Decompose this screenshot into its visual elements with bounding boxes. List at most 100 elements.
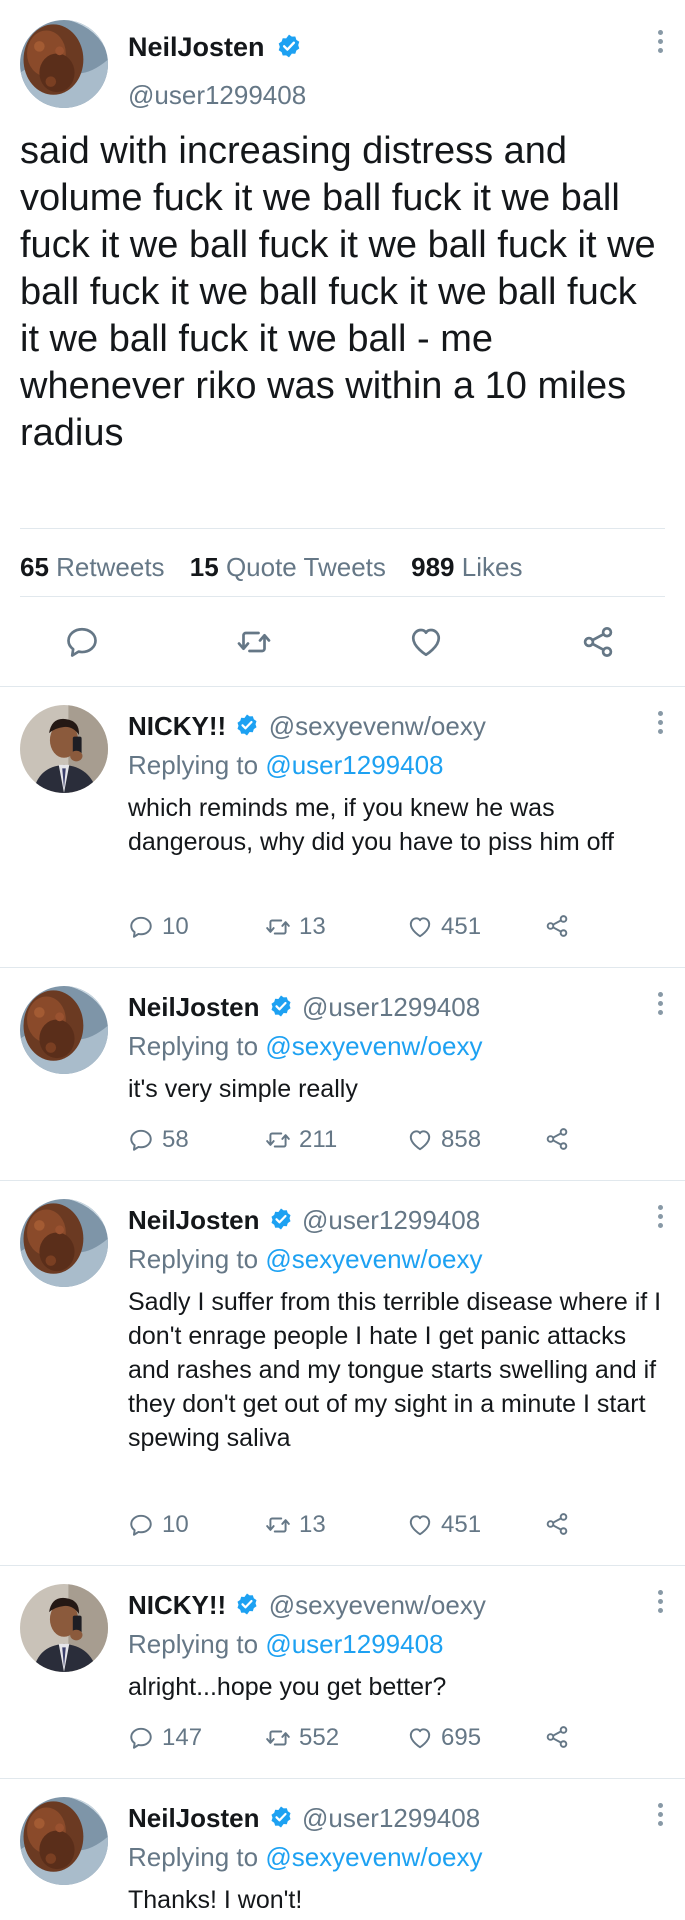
reply-count: 147 <box>162 1724 203 1751</box>
reply-text: Sadly I suffer from this terrible diseas… <box>128 1288 662 1452</box>
verified-badge-icon <box>235 1592 259 1616</box>
retweets-count: 65 <box>20 552 49 582</box>
verified-badge-icon <box>269 1805 293 1829</box>
reply-tweet[interactable]: NICKY!! @sexyevenw/oexy Replying to @use… <box>0 687 685 967</box>
like-icon <box>407 1127 433 1153</box>
share-button[interactable] <box>544 1126 570 1152</box>
retweets-stat[interactable]: 65 Retweets <box>20 552 165 582</box>
retweet-count: 13 <box>299 1511 326 1538</box>
retweet-button[interactable]: 13 <box>265 913 326 941</box>
like-button[interactable]: 858 <box>407 1126 481 1154</box>
replying-to-link[interactable]: @sexyevenw/oexy <box>265 1031 482 1061</box>
like-icon[interactable] <box>408 624 444 660</box>
display-name[interactable]: NICKY!! <box>128 711 226 741</box>
divider <box>20 528 665 529</box>
verified-badge-icon <box>276 33 302 59</box>
avatar[interactable] <box>20 986 108 1074</box>
avatar[interactable] <box>20 705 108 793</box>
more-options-icon[interactable] <box>656 992 664 1019</box>
replying-label: Replying to <box>128 1031 259 1061</box>
reply-text: it's very simple really <box>128 1075 358 1103</box>
more-options-icon[interactable] <box>656 711 664 738</box>
share-button[interactable] <box>544 913 570 939</box>
reply-icon <box>128 914 154 940</box>
like-icon <box>407 1725 433 1751</box>
like-button[interactable]: 451 <box>407 1511 481 1539</box>
replying-to: Replying to @user1299408 <box>128 750 444 781</box>
quotes-count: 15 <box>189 552 219 582</box>
replying-to-link[interactable]: @sexyevenw/oexy <box>265 1244 482 1274</box>
reply-header: NICKY!! @sexyevenw/oexy <box>128 711 486 742</box>
more-options-icon[interactable] <box>656 1590 664 1617</box>
reply-text: Thanks! I won't! <box>128 1886 303 1914</box>
like-count: 451 <box>441 913 482 940</box>
retweet-icon <box>265 1512 291 1538</box>
share-icon <box>544 1724 570 1750</box>
avatar[interactable] <box>20 20 108 108</box>
user-handle[interactable]: @sexyevenw/oexy <box>269 1590 486 1620</box>
user-handle[interactable]: @user1299408 <box>302 1803 480 1833</box>
display-name[interactable]: NeilJosten <box>128 1803 260 1833</box>
avatar-image <box>20 20 108 108</box>
reply-tweet[interactable]: NeilJosten @user1299408 Replying to @sex… <box>0 1181 685 1565</box>
reply-tweet[interactable]: NeilJosten @user1299408 Replying to @sex… <box>0 1779 685 1920</box>
quotes-stat[interactable]: 15 Quote Tweets <box>190 552 386 582</box>
reply-icon[interactable] <box>64 624 100 660</box>
avatar[interactable] <box>20 1584 108 1672</box>
share-icon <box>544 1511 570 1537</box>
retweets-label: Retweets <box>56 552 165 582</box>
retweet-icon[interactable] <box>236 624 272 660</box>
likes-count: 989 <box>411 552 455 582</box>
reply-header: NeilJosten @user1299408 <box>128 1205 480 1236</box>
share-button[interactable] <box>544 1511 570 1537</box>
display-name-text: NeilJosten <box>128 32 265 62</box>
more-options-icon[interactable] <box>656 1803 664 1830</box>
retweet-icon <box>265 914 291 940</box>
replying-to-link[interactable]: @user1299408 <box>265 750 443 780</box>
reply-button[interactable]: 10 <box>128 1511 189 1539</box>
user-handle[interactable]: @user1299408 <box>302 1205 480 1235</box>
display-name[interactable]: NeilJosten <box>128 32 302 63</box>
user-handle[interactable]: @user1299408 <box>302 992 480 1022</box>
share-icon <box>544 913 570 939</box>
display-name[interactable]: NICKY!! <box>128 1590 226 1620</box>
replying-to-link[interactable]: @sexyevenw/oexy <box>265 1842 482 1872</box>
user-handle[interactable]: @user1299408 <box>128 80 306 111</box>
replying-to-link[interactable]: @user1299408 <box>265 1629 443 1659</box>
share-icon <box>544 1126 570 1152</box>
replying-label: Replying to <box>128 1244 259 1274</box>
retweet-button[interactable]: 211 <box>265 1126 337 1154</box>
reply-count: 10 <box>162 913 189 940</box>
avatar[interactable] <box>20 1199 108 1287</box>
avatar[interactable] <box>20 1797 108 1885</box>
likes-label: Likes <box>461 552 523 582</box>
replying-to: Replying to @sexyevenw/oexy <box>128 1031 482 1062</box>
share-button[interactable] <box>544 1724 570 1750</box>
reply-tweet[interactable]: NICKY!! @sexyevenw/oexy Replying to @use… <box>0 1566 685 1778</box>
reply-button[interactable]: 10 <box>128 913 189 941</box>
retweet-button[interactable]: 552 <box>265 1724 339 1752</box>
reply-button[interactable]: 147 <box>128 1724 202 1752</box>
display-name[interactable]: NeilJosten <box>128 1205 260 1235</box>
replying-to: Replying to @sexyevenw/oexy <box>128 1842 482 1873</box>
display-name[interactable]: NeilJosten <box>128 992 260 1022</box>
divider <box>20 596 665 597</box>
like-icon <box>407 914 433 940</box>
avatar-image <box>20 986 108 1074</box>
avatar-image <box>20 1797 108 1885</box>
share-icon[interactable] <box>580 624 616 660</box>
more-options-icon[interactable] <box>656 1205 664 1232</box>
replying-label: Replying to <box>128 1842 259 1872</box>
reply-icon <box>128 1725 154 1751</box>
retweet-button[interactable]: 13 <box>265 1511 326 1539</box>
replying-label: Replying to <box>128 750 259 780</box>
reply-button[interactable]: 58 <box>128 1126 189 1154</box>
user-handle[interactable]: @sexyevenw/oexy <box>269 711 486 741</box>
like-button[interactable]: 695 <box>407 1724 481 1752</box>
more-options-icon[interactable] <box>656 30 664 57</box>
like-button[interactable]: 451 <box>407 913 481 941</box>
reply-tweet[interactable]: NeilJosten @user1299408 Replying to @sex… <box>0 968 685 1180</box>
quotes-label: Quote Tweets <box>225 552 386 582</box>
likes-stat[interactable]: 989 Likes <box>411 552 522 582</box>
tweet-stats: 65 Retweets 15 Quote Tweets 989 Likes <box>20 552 522 583</box>
